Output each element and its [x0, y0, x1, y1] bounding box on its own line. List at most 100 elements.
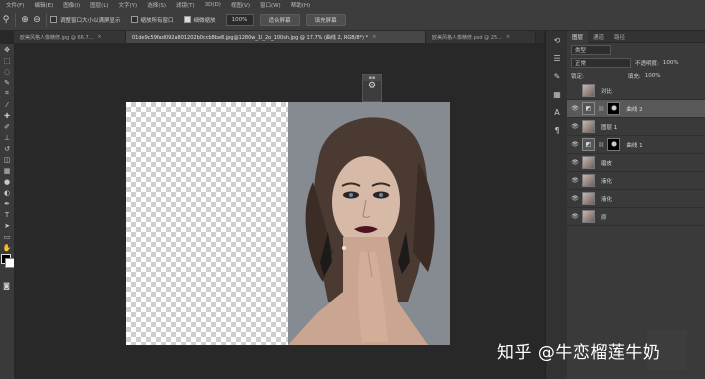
divider: [15, 12, 16, 27]
tab-channels[interactable]: 通道: [588, 33, 609, 41]
adjustments-icon[interactable]: ⚙: [363, 81, 381, 91]
eye-icon[interactable]: 👁: [571, 213, 579, 220]
canvas-workspace[interactable]: ▪▪ ⚙: [14, 43, 545, 379]
zoom-in-icon[interactable]: ⊕: [19, 14, 31, 26]
layer-row-contrast[interactable]: 对比: [567, 82, 705, 100]
layer-row-layer-1[interactable]: 👁 图层 1: [567, 118, 705, 136]
layer-row-curves-1[interactable]: 👁 ◩ ⛓ 曲线 1: [567, 136, 705, 154]
menu-layer[interactable]: 图层(L): [90, 1, 108, 9]
blend-mode-value: 正常: [575, 60, 587, 67]
marquee-tool-icon[interactable]: ⬚: [0, 55, 14, 66]
shape-tool-icon[interactable]: ▭: [0, 231, 14, 242]
history-brush-tool-icon[interactable]: ↺: [0, 143, 14, 154]
eye-icon[interactable]: 👁: [571, 141, 579, 148]
fit-screen-button[interactable]: 适合屏幕: [259, 13, 300, 26]
eye-icon[interactable]: 👁: [571, 105, 579, 112]
menu-filter[interactable]: 滤镜(T): [176, 1, 195, 9]
document-canvas[interactable]: [126, 102, 450, 345]
history-panel-icon[interactable]: ⟲: [546, 31, 568, 49]
close-icon[interactable]: ×: [372, 34, 376, 40]
zoom-value-field[interactable]: 100%: [225, 13, 254, 26]
eye-icon[interactable]: 👁: [571, 123, 579, 130]
layer-mask-thumbnail[interactable]: [607, 138, 621, 151]
menu-3d[interactable]: 3D(D): [205, 2, 221, 8]
tab-layers[interactable]: 图层: [567, 30, 589, 43]
dodge-tool-icon[interactable]: ◐: [0, 187, 14, 198]
move-tool-icon[interactable]: ✥: [0, 44, 14, 55]
type-tool-icon[interactable]: T: [0, 209, 14, 220]
layer-mask-thumbnail[interactable]: [607, 102, 621, 115]
menu-file[interactable]: 文件(F): [6, 1, 24, 9]
tab-paths[interactable]: 路径: [609, 33, 630, 41]
layer-name: 原: [601, 214, 607, 221]
kind-filter-select[interactable]: 类型: [571, 44, 611, 55]
checkbox-box-checked[interactable]: [183, 16, 191, 23]
toolbox: ✥ ⬚ ◌ ✎ ⌗ ⁄ ✚ ✐ ⊥ ↺ ◫ ▦ ● ◐ ✒ T ➤ ▭ ✋ ⚲ …: [0, 44, 15, 379]
layer-name: 对比: [601, 88, 613, 95]
blur-tool-icon[interactable]: ●: [0, 176, 14, 187]
portrait-illustration: [288, 102, 450, 345]
menu-view[interactable]: 视图(V): [231, 1, 250, 9]
menu-edit[interactable]: 编辑(E): [34, 1, 53, 9]
healing-brush-tool-icon[interactable]: ✚: [0, 110, 14, 121]
tab-document-3[interactable]: 欧美风格人像精修.psd @ 25... ×: [426, 31, 536, 43]
lasso-tool-icon[interactable]: ◌: [0, 66, 14, 77]
eye-icon[interactable]: 👁: [571, 159, 579, 166]
pen-tool-icon[interactable]: ✒: [0, 198, 14, 209]
menu-select[interactable]: 选择(S): [147, 1, 166, 9]
zoom-out-icon[interactable]: ⊖: [31, 14, 43, 26]
eye-icon[interactable]: 👁: [571, 195, 579, 202]
layer-name: 液化: [601, 196, 613, 203]
character-panel-icon[interactable]: A: [546, 103, 568, 121]
checkbox-box[interactable]: [130, 16, 138, 23]
layer-row-liquify-b[interactable]: 👁 液化: [567, 190, 705, 208]
paragraph-panel-icon[interactable]: ¶: [546, 121, 568, 139]
tab-document-2[interactable]: 01de9c59fad092a801202b0ccb8be8.jpg@1280w…: [126, 31, 426, 43]
gradient-tool-icon[interactable]: ▦: [0, 165, 14, 176]
scrubby-zoom-checkbox[interactable]: 细微缩放: [183, 16, 216, 24]
eyedropper-tool-icon[interactable]: ⁄: [0, 99, 14, 110]
menu-image[interactable]: 图像(I): [63, 1, 80, 9]
path-select-tool-icon[interactable]: ➤: [0, 220, 14, 231]
layers-panel-tabs: 图层 通道 路径: [567, 30, 705, 43]
layer-filter-row: 类型: [567, 43, 705, 56]
layer-row-liquify-a[interactable]: 👁 液化: [567, 172, 705, 190]
eraser-tool-icon[interactable]: ◫: [0, 154, 14, 165]
tab-label: 欧美风格人像精修.jpg @ 66.7...: [20, 34, 94, 41]
close-icon[interactable]: ×: [506, 34, 510, 40]
properties-panel-icon[interactable]: ☰: [546, 49, 568, 67]
layers-panel: 图层 通道 路径 类型 正常 不透明度: 100% 锁定: 填充: 100% 对…: [567, 30, 705, 379]
close-icon[interactable]: ×: [97, 34, 101, 40]
blend-opacity-row: 正常 不透明度: 100%: [567, 56, 705, 69]
transparent-area: [126, 102, 288, 345]
swatches-panel-icon[interactable]: ▦: [546, 85, 568, 103]
crop-tool-icon[interactable]: ⌗: [0, 88, 14, 99]
layer-row-smoothing[interactable]: 👁 磨皮: [567, 154, 705, 172]
menu-help[interactable]: 帮助(H): [291, 1, 310, 9]
checkbox-box[interactable]: [50, 16, 57, 23]
tab-document-1[interactable]: 欧美风格人像精修.jpg @ 66.7... ×: [14, 31, 126, 43]
hand-tool-icon[interactable]: ✋: [0, 242, 14, 253]
zoom-tool-icon[interactable]: ⚲: [0, 14, 12, 26]
layer-row-curves-2[interactable]: 👁 ◩ ⛓ 曲线 2: [567, 100, 705, 118]
menu-type[interactable]: 文字(Y): [119, 1, 138, 9]
resize-windows-checkbox[interactable]: 调整窗口大小以满屏显示: [50, 16, 121, 24]
zoom-all-windows-checkbox[interactable]: 缩放所有窗口: [130, 16, 174, 24]
link-icon: ⛓: [598, 141, 605, 148]
lock-fill-row: 锁定: 填充: 100%: [567, 69, 705, 82]
eye-icon[interactable]: 👁: [571, 177, 579, 184]
opacity-value[interactable]: 100%: [663, 60, 679, 66]
quick-select-tool-icon[interactable]: ✎: [0, 77, 14, 88]
layer-row-original[interactable]: 👁 原: [567, 208, 705, 226]
blend-mode-select[interactable]: 正常: [571, 57, 631, 68]
resize-windows-label: 调整窗口大小以满屏显示: [60, 17, 121, 24]
fill-screen-button[interactable]: 填充屏幕: [305, 13, 346, 26]
brush-panel-icon[interactable]: ✎: [546, 67, 568, 85]
fill-value[interactable]: 100%: [645, 73, 661, 79]
clone-stamp-tool-icon[interactable]: ⊥: [0, 132, 14, 143]
kind-filter-value: 类型: [575, 47, 587, 54]
menu-window[interactable]: 窗口(W): [260, 1, 281, 9]
quick-mask-icon[interactable]: ◙: [0, 282, 13, 292]
floating-mini-panel[interactable]: ▪▪ ⚙: [362, 74, 382, 102]
brush-tool-icon[interactable]: ✐: [0, 121, 14, 132]
